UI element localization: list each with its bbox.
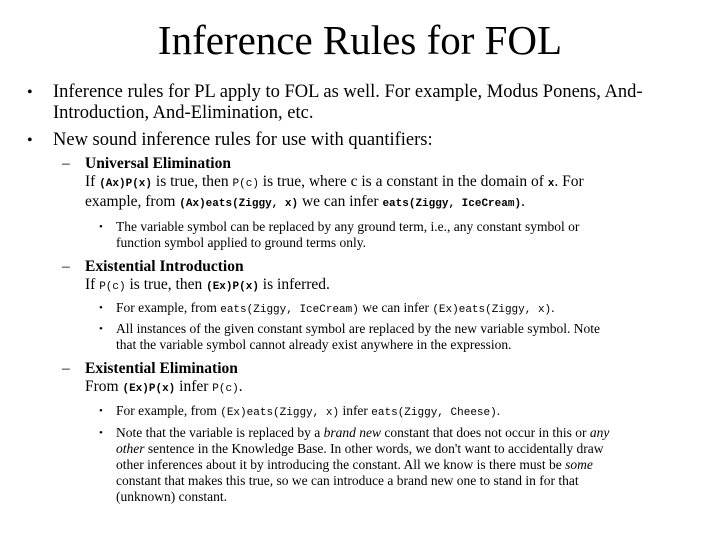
- rule-body: If (Ax)P(x) is true, then P(c) is true, …: [85, 173, 584, 210]
- note-text: All instances of the given constant symb…: [116, 321, 600, 352]
- bullet-icon: •: [99, 221, 103, 233]
- rule-heading: Existential Introduction: [85, 258, 244, 275]
- rule-heading: Universal Elimination: [85, 155, 231, 172]
- bullet-icon: •: [99, 302, 103, 314]
- note-text: For example, from eats(Ziggy, IceCream) …: [116, 300, 555, 316]
- bullet-icon: •: [27, 132, 33, 149]
- bullet-icon: •: [99, 427, 103, 439]
- bullet-icon: •: [99, 323, 103, 335]
- bullet-icon: •: [99, 405, 103, 417]
- bullet-text: New sound inference rules for use with q…: [53, 130, 433, 150]
- note-text: Note that the variable is replaced by a …: [116, 425, 610, 504]
- rule-body: From (Ex)P(x) infer P(c).: [85, 378, 243, 395]
- dash-icon: –: [62, 360, 70, 377]
- dash-icon: –: [62, 155, 70, 172]
- rule-heading: Existential Elimination: [85, 360, 238, 377]
- slide-title: Inference Rules for FOL: [157, 17, 563, 63]
- note-text: The variable symbol can be replaced by a…: [116, 219, 580, 250]
- bullet-text: Inference rules for PL apply to FOL as w…: [53, 82, 643, 123]
- dash-icon: –: [62, 258, 70, 275]
- rule-body: If P(c) is true, then (Ex)P(x) is inferr…: [85, 276, 330, 293]
- bullet-icon: •: [27, 84, 33, 101]
- note-text: For example, from (Ex)eats(Ziggy, x) inf…: [116, 403, 501, 419]
